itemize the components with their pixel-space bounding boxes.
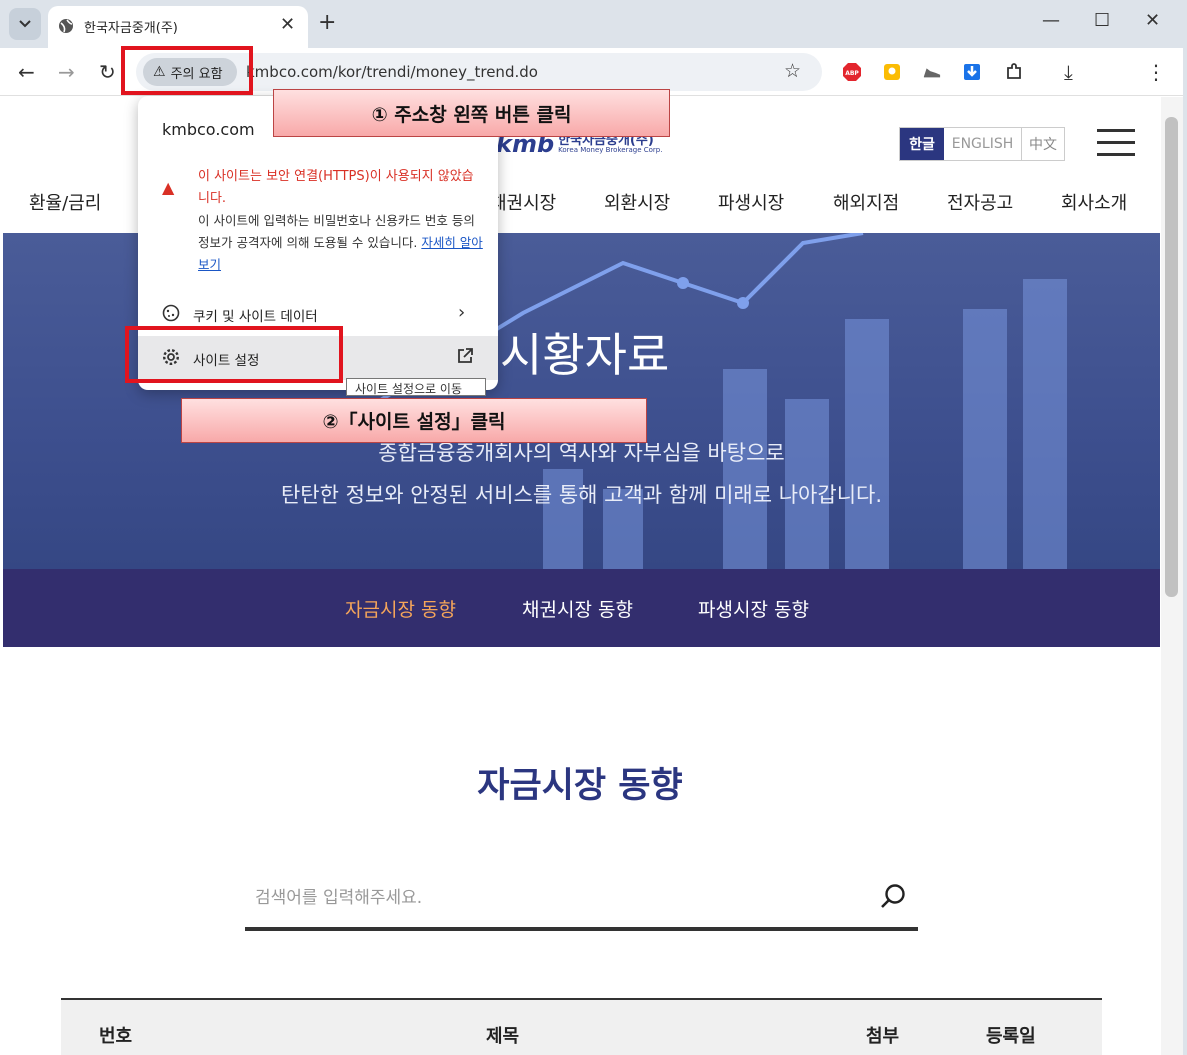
step1-callout: ① 주소창 왼쪽 버튼 클릭 — [273, 89, 670, 137]
window-frame — [1183, 0, 1187, 1055]
new-tab-button[interactable]: + — [318, 10, 336, 35]
language-selector: 한글 ENGLISH 中文 — [899, 127, 1065, 161]
page-scrollbar[interactable] — [1161, 97, 1183, 1055]
nav-item-bond[interactable]: 채권시장 — [490, 189, 556, 215]
search-input[interactable] — [255, 881, 855, 915]
minimize-button[interactable]: — — [1042, 10, 1060, 31]
bookmark-star-icon[interactable]: ☆ — [784, 60, 801, 82]
step2-callout: ②「사이트 설정」클릭 — [181, 398, 647, 443]
adblock-plus-icon[interactable]: ABP — [843, 63, 861, 81]
hamburger-menu-icon[interactable] — [1097, 129, 1135, 159]
shoe-extension-icon[interactable] — [923, 63, 941, 81]
sub-navigation: 자금시장 동향 채권시장 동향 파생시장 동향 — [3, 569, 1160, 647]
lang-korean[interactable]: 한글 — [900, 128, 944, 160]
nav-item-overseas[interactable]: 해외지점 — [833, 189, 899, 215]
subnav-derivatives-market[interactable]: 파생시장 동향 — [698, 595, 809, 622]
tab-search-button[interactable] — [9, 8, 41, 40]
reload-button[interactable]: ↻ — [99, 60, 116, 84]
logo-english-name: Korea Money Brokerage Corp. — [558, 146, 663, 154]
cookies-label: 쿠키 및 사이트 데이터 — [193, 309, 318, 325]
globe-icon — [59, 19, 73, 33]
browser-menu-icon[interactable]: ⋮ — [1146, 60, 1166, 84]
cookie-icon — [162, 304, 180, 322]
column-header-number: 번호 — [99, 1026, 133, 1047]
insecure-warning-title: 이 사이트는 보안 연결(HTTPS)이 사용되지 않았습니다. — [198, 169, 474, 206]
highlight-security-chip — [121, 46, 253, 95]
maximize-button[interactable]: ☐ — [1094, 10, 1110, 31]
chevron-right-icon: › — [458, 302, 466, 323]
nav-item-company[interactable]: 회사소개 — [1061, 189, 1127, 215]
column-header-attachment: 첨부 — [866, 1026, 900, 1047]
nav-item-fx[interactable]: 외환시장 — [604, 189, 670, 215]
nav-item-derivatives[interactable]: 파생시장 — [718, 189, 784, 215]
tab-title: 한국자금중개(주) — [84, 21, 178, 36]
back-button[interactable]: ← — [18, 60, 35, 84]
close-window-button[interactable]: ✕ — [1145, 10, 1160, 31]
lang-chinese[interactable]: 中文 — [1022, 128, 1064, 160]
hero-title: 시황자료 — [500, 328, 670, 382]
hero-subtitle-line2: 탄탄한 정보와 안정된 서비스를 통해 고객과 함께 미래로 나아갑니다. — [280, 483, 883, 507]
adblock-label: ABP — [845, 70, 859, 77]
highlight-site-settings — [125, 326, 343, 383]
tab-close-icon[interactable]: ✕ — [280, 14, 295, 35]
search-bar — [245, 867, 918, 931]
section-title: 자금시장 동향 — [477, 766, 683, 806]
column-header-date: 등록일 — [986, 1026, 1036, 1047]
warning-triangle-icon: ▲ — [162, 178, 175, 197]
tab-strip: 한국자금중개(주) ✕ + — ☐ ✕ — [0, 0, 1187, 48]
nav-item-rates[interactable]: 환율/금리 — [29, 189, 101, 215]
chevron-down-icon — [19, 20, 31, 28]
downloads-icon[interactable]: ⤓ — [1064, 60, 1073, 84]
subnav-bond-market[interactable]: 채권시장 동향 — [522, 595, 633, 622]
external-link-icon — [458, 348, 473, 363]
site-settings-tooltip: 사이트 설정으로 이동 — [346, 378, 486, 396]
popup-hostname: kmbco.com — [162, 120, 255, 139]
browser-tab[interactable]: 한국자금중개(주) ✕ — [48, 6, 308, 48]
lang-english[interactable]: ENGLISH — [944, 128, 1022, 160]
nav-item-notice[interactable]: 전자공고 — [947, 189, 1013, 215]
forward-button[interactable]: → — [58, 60, 75, 84]
scrollbar-thumb[interactable] — [1165, 117, 1178, 597]
column-header-title: 제목 — [486, 1026, 520, 1047]
keep-extension-icon[interactable] — [883, 63, 901, 81]
puzzle-extensions-icon[interactable] — [1005, 63, 1023, 81]
insecure-warning-body: 이 사이트에 입력하는 비밀번호나 신용카드 번호 등의 정보가 공격자에 의해… — [198, 210, 483, 276]
url-text[interactable]: kmbco.com/kor/trendi/money_trend.do — [246, 63, 538, 81]
subnav-money-market[interactable]: 자금시장 동향 — [345, 595, 456, 622]
search-icon[interactable] — [879, 883, 907, 911]
download-extension-icon[interactable] — [963, 63, 981, 81]
table-header-row: 번호 제목 첨부 등록일 — [61, 998, 1102, 1055]
